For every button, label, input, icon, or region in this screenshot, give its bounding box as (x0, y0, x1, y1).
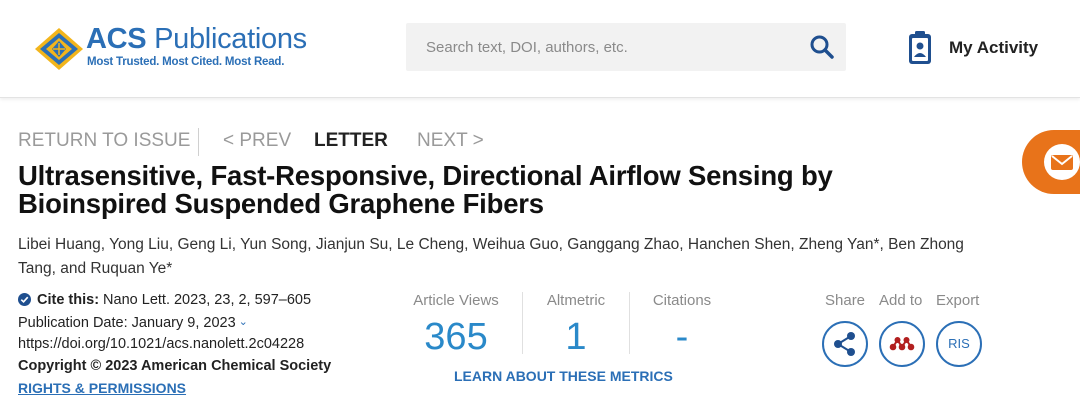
export-ris-button[interactable]: RIS (936, 321, 982, 367)
acs-diamond-logo-icon (35, 28, 83, 70)
doi-link[interactable]: https://doi.org/10.1021/acs.nanolett.2c0… (18, 336, 304, 352)
cite-this-label: Cite this: (37, 292, 100, 308)
cite-this-line[interactable]: Cite this: Nano Lett. 2023, 23, 2, 597–6… (18, 292, 311, 308)
citations-label: Citations (652, 292, 712, 309)
altmetric-value: 1 (565, 316, 587, 358)
add-to-mendeley-button[interactable] (879, 321, 925, 367)
acs-publications-logo[interactable]: ACS Publications Most Trusted. Most Cite… (34, 23, 307, 73)
share-label: Share (825, 292, 866, 309)
altmetric-metric[interactable]: Altmetric 1 (536, 292, 616, 359)
chevron-down-icon: ⌄ (238, 316, 248, 328)
search-bar (406, 23, 846, 71)
export-ris-label: RIS (948, 336, 970, 351)
prev-article-link[interactable]: < PREV (223, 130, 291, 152)
mendeley-icon (889, 337, 915, 351)
site-header: ACS Publications Most Trusted. Most Cite… (0, 0, 1080, 98)
article-title: Ultrasensitive, Fast-Responsive, Directi… (18, 160, 833, 219)
share-icon (834, 332, 855, 356)
email-alert-tab[interactable] (1022, 130, 1080, 194)
share-button[interactable] (822, 321, 868, 367)
article-views-metric: Article Views 365 (406, 292, 506, 359)
citations-metric: Citations - (642, 292, 722, 359)
citations-value: - (675, 316, 689, 358)
envelope-icon (1044, 144, 1080, 180)
copyright-text: Copyright © 2023 American Chemical Socie… (18, 358, 332, 374)
logo-title: ACS Publications (86, 23, 307, 55)
cite-this-value: Nano Lett. 2023, 23, 2, 597–605 (99, 292, 312, 308)
add-to-label: Add to (879, 292, 923, 309)
return-to-issue-link[interactable]: RETURN TO ISSUE (18, 130, 190, 152)
altmetric-label: Altmetric (546, 292, 606, 309)
my-activity-button[interactable]: My Activity (908, 30, 1048, 66)
article-views-label: Article Views (413, 292, 499, 309)
nav-divider (198, 128, 199, 156)
article-type-label: LETTER (314, 130, 388, 151)
next-article-link[interactable]: NEXT > (417, 130, 484, 152)
search-input[interactable] (406, 23, 796, 71)
article-nav: RETURN TO ISSUE < PREV LETTER NEXT > (18, 128, 538, 156)
metric-divider (522, 292, 523, 354)
publication-date[interactable]: Publication Date: January 9, 2023 ⌄ (18, 315, 248, 331)
learn-about-metrics-link[interactable]: LEARN ABOUT THESE METRICS (454, 368, 673, 384)
export-label: Export (936, 292, 980, 309)
author-list[interactable]: Libei Huang, Yong Liu, Geng Li, Yun Song… (18, 233, 998, 281)
metric-divider (629, 292, 630, 354)
article-views-value: 365 (424, 316, 488, 358)
search-icon[interactable] (808, 33, 836, 61)
my-activity-label: My Activity (949, 38, 1039, 57)
logo-tagline: Most Trusted. Most Cited. Most Read. (87, 56, 285, 68)
rights-permissions-link[interactable]: RIGHTS & PERMISSIONS (18, 380, 186, 396)
clipboard-user-icon (909, 31, 931, 64)
check-circle-icon (18, 293, 31, 306)
